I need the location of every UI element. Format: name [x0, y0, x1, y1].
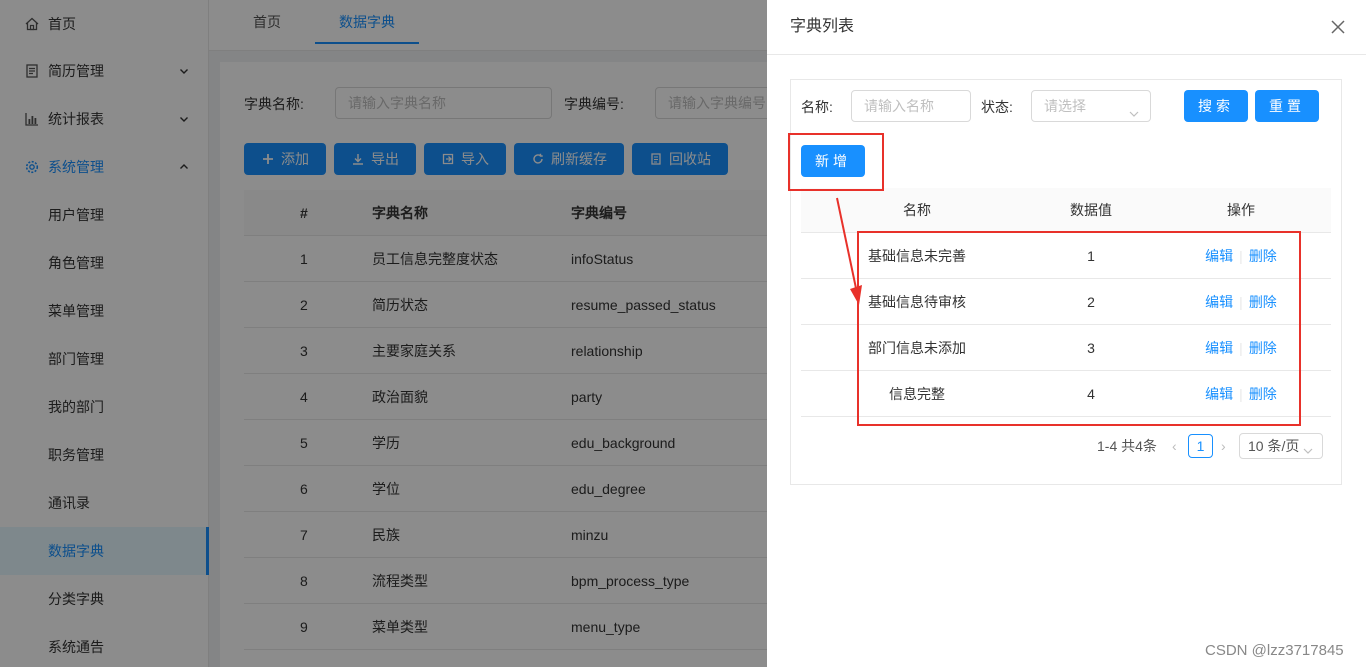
status-select-value: 请选择: [1044, 98, 1086, 114]
watermark: CSDN @lzz3717845: [1205, 642, 1344, 659]
item-name-label: 名称:: [801, 99, 833, 115]
annotation-arrow-icon: [836, 197, 862, 305]
drawer-header: 字典列表: [767, 0, 1366, 55]
prev-page-icon[interactable]: ‹: [1172, 436, 1177, 456]
search-button[interactable]: 搜索: [1184, 90, 1248, 122]
drawer-title: 字典列表: [790, 18, 855, 35]
page-size-select[interactable]: 10 条/页: [1239, 433, 1323, 459]
annotation-box-items: [857, 231, 1301, 426]
status-label: 状态:: [981, 99, 1013, 115]
drawer-mask[interactable]: [0, 0, 767, 667]
chevron-down-icon: [1302, 440, 1314, 464]
item-name-input[interactable]: 请输入名称: [851, 90, 971, 122]
status-select[interactable]: 请选择: [1031, 90, 1151, 122]
chevron-down-icon: [1128, 100, 1140, 130]
page-size-value: 10 条/页: [1248, 438, 1300, 454]
column-header-actions: 操作: [1227, 202, 1255, 218]
page-1-button[interactable]: 1: [1188, 434, 1213, 458]
pagination-total: 1-4 共4条: [1097, 438, 1157, 454]
next-page-icon[interactable]: ›: [1221, 436, 1226, 456]
annotation-box-add: [788, 133, 884, 191]
close-icon[interactable]: [1330, 19, 1346, 35]
column-header-value: 数据值: [1070, 202, 1112, 218]
column-header-name: 名称: [903, 202, 931, 218]
items-table-header: 名称 数据值 操作: [801, 188, 1331, 233]
reset-button[interactable]: 重置: [1255, 90, 1319, 122]
